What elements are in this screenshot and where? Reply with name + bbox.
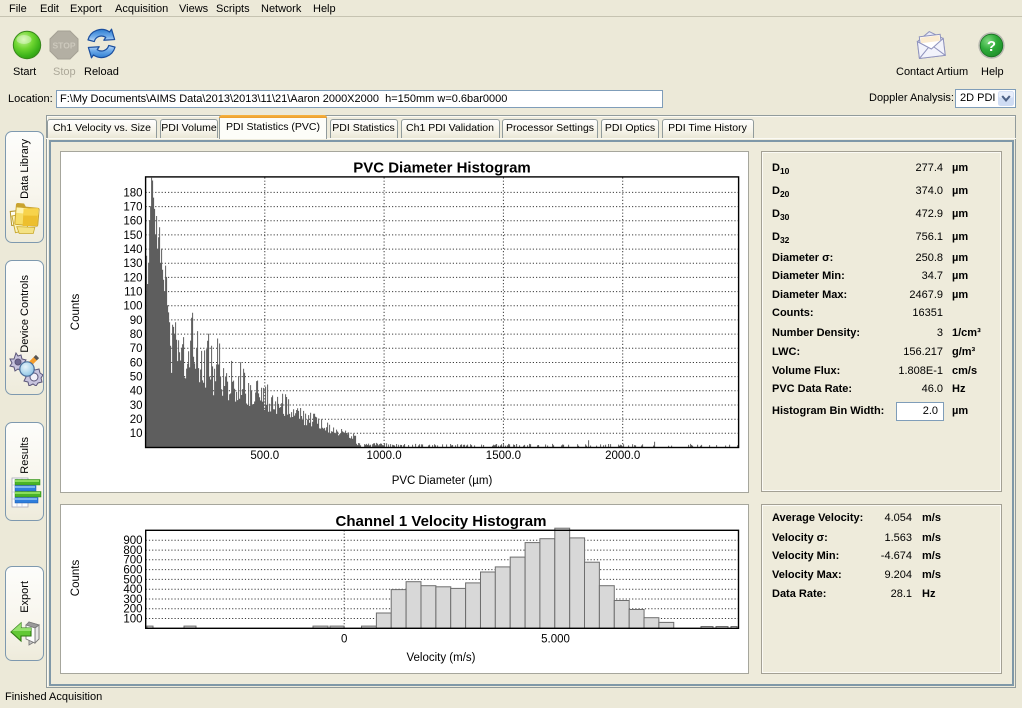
svg-text:?: ? [987, 38, 996, 55]
svg-text:100: 100 [123, 301, 142, 313]
svg-text:2000.0: 2000.0 [605, 450, 640, 462]
svg-text:180: 180 [123, 187, 142, 199]
svg-text:Counts: Counts [70, 560, 82, 597]
svg-text:30: 30 [130, 400, 143, 412]
svg-text:80: 80 [130, 329, 143, 341]
svg-text:Velocity (m/s): Velocity (m/s) [406, 652, 475, 664]
svg-text:90: 90 [130, 315, 143, 327]
svg-text:Counts: Counts [70, 294, 82, 331]
svg-text:900: 900 [123, 535, 142, 547]
svg-text:60: 60 [130, 357, 143, 369]
svg-text:PVC Diameter Histogram: PVC Diameter Histogram [353, 160, 531, 177]
svg-text:1000.0: 1000.0 [367, 450, 402, 462]
svg-text:1500.0: 1500.0 [486, 450, 521, 462]
svg-text:170: 170 [123, 202, 142, 214]
svg-text:120: 120 [123, 272, 142, 284]
svg-text:50: 50 [130, 372, 143, 384]
svg-text:160: 160 [123, 216, 142, 228]
svg-text:110: 110 [124, 287, 142, 299]
svg-text:0: 0 [341, 634, 347, 646]
svg-text:PVC Diameter (µm): PVC Diameter (µm) [392, 475, 493, 487]
svg-text:20: 20 [130, 414, 143, 426]
svg-text:150: 150 [123, 230, 142, 242]
svg-text:500.0: 500.0 [250, 450, 279, 462]
svg-text:5.000: 5.000 [541, 634, 570, 646]
svg-text:STOP: STOP [53, 41, 76, 51]
svg-text:70: 70 [130, 343, 143, 355]
svg-text:Channel 1 Velocity Histogram: Channel 1 Velocity Histogram [336, 513, 547, 530]
svg-text:40: 40 [130, 386, 143, 398]
svg-text:130: 130 [123, 258, 142, 270]
svg-text:140: 140 [123, 244, 142, 256]
svg-text:10: 10 [130, 428, 143, 440]
